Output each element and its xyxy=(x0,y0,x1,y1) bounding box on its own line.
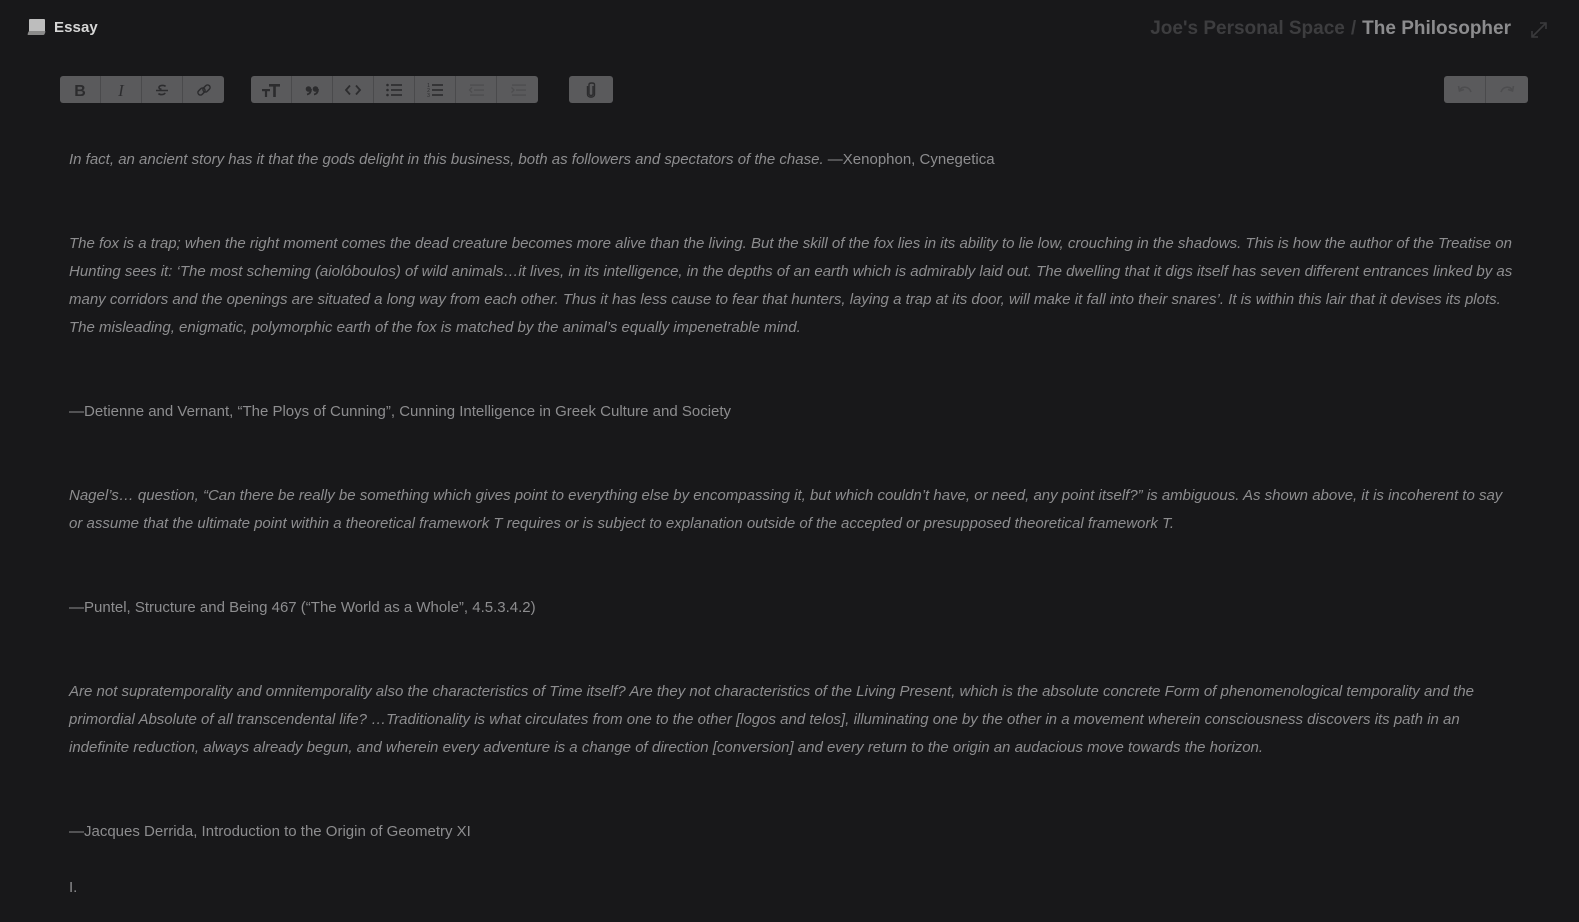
indent-icon xyxy=(510,83,526,96)
svg-text:3: 3 xyxy=(427,93,430,98)
numbered-list-icon: 1 2 3 xyxy=(427,83,443,98)
attach-button[interactable] xyxy=(569,76,613,103)
undo-icon xyxy=(1457,85,1472,92)
format-button-group: B I xyxy=(60,76,224,103)
link-icon xyxy=(196,83,211,96)
attach-button-group xyxy=(569,76,613,103)
strikethrough-icon xyxy=(156,84,168,95)
breadcrumb-page: The Philosopher xyxy=(1362,18,1511,39)
redo-icon xyxy=(1500,85,1515,92)
bold-button[interactable]: B xyxy=(60,76,101,103)
code-icon xyxy=(344,84,362,95)
quote-button[interactable] xyxy=(292,76,333,103)
section-heading: I. xyxy=(69,879,78,896)
bold-icon: B xyxy=(74,83,86,98)
epigraph-quote: In fact, an ancient story has it that th… xyxy=(69,151,828,168)
code-button[interactable] xyxy=(333,76,374,103)
paperclip-icon xyxy=(586,81,596,98)
document-title: Essay xyxy=(27,18,98,36)
strikethrough-button[interactable] xyxy=(142,76,183,103)
outdent-button[interactable] xyxy=(456,76,497,103)
document-icon xyxy=(27,18,46,36)
epigraph-paragraph: In fact, an ancient story has it that th… xyxy=(69,146,1519,174)
attribution-paragraph: —Puntel, Structure and Being 467 (“The W… xyxy=(69,599,536,616)
breadcrumb: Joe's Personal Space / The Philosopher xyxy=(1150,18,1511,40)
expand-arrows-icon[interactable] xyxy=(1529,20,1549,40)
quote-paragraph: The fox is a trap; when the right moment… xyxy=(69,235,1513,336)
history-button-group xyxy=(1444,76,1528,103)
epigraph-attribution: —Xenophon, Cynegetica xyxy=(827,151,995,168)
undo-button[interactable] xyxy=(1444,76,1486,103)
attribution-paragraph: —Detienne and Vernant, “The Ploys of Cun… xyxy=(69,403,732,420)
numbered-list-button[interactable]: 1 2 3 xyxy=(415,76,456,103)
document-title-text: Essay xyxy=(54,18,98,36)
italic-icon: I xyxy=(117,82,125,98)
svg-text:B: B xyxy=(74,83,86,98)
block-button-group: 1 2 3 xyxy=(251,76,538,103)
redo-button[interactable] xyxy=(1486,76,1528,103)
bullet-list-icon xyxy=(386,83,402,96)
quote-paragraph: Are not supratemporality and omnitempora… xyxy=(69,683,1474,756)
heading-button[interactable] xyxy=(251,76,292,103)
text-size-icon xyxy=(262,83,280,97)
svg-text:I: I xyxy=(117,82,125,98)
bullet-list-button[interactable] xyxy=(374,76,415,103)
quote-paragraph: Nagel’s… question, “Can there be really … xyxy=(69,487,1503,532)
editor-content[interactable]: In fact, an ancient story has it that th… xyxy=(69,146,1519,902)
quote-icon xyxy=(305,85,319,95)
breadcrumb-separator: / xyxy=(1350,18,1357,39)
header-bar: Essay Joe's Personal Space / The Philoso… xyxy=(0,0,1579,60)
indent-button[interactable] xyxy=(497,76,538,103)
italic-button[interactable]: I xyxy=(101,76,142,103)
outdent-icon xyxy=(468,83,484,96)
editor-toolbar: B I 1 2 3 xyxy=(0,76,1579,104)
link-button[interactable] xyxy=(183,76,224,103)
breadcrumb-space-link[interactable]: Joe's Personal Space xyxy=(1150,18,1345,40)
attribution-paragraph: —Jacques Derrida, Introduction to the Or… xyxy=(69,823,471,840)
